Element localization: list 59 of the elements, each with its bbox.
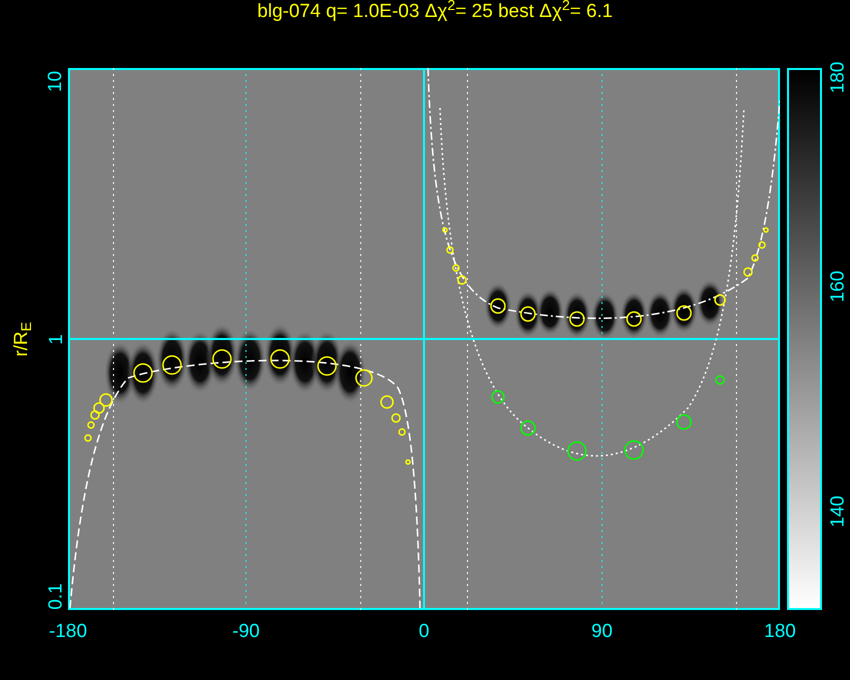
dark-blob bbox=[670, 286, 698, 334]
circle-marker bbox=[457, 275, 467, 285]
dark-blob bbox=[206, 323, 238, 387]
circle-marker bbox=[84, 434, 92, 442]
x-tick-label: -90 bbox=[231, 622, 261, 641]
circle-marker bbox=[90, 410, 100, 420]
dark-blob bbox=[334, 340, 366, 404]
dark-blob bbox=[234, 328, 266, 392]
circle-marker bbox=[162, 355, 182, 375]
x-tick-label: -180 bbox=[48, 622, 88, 641]
circle-marker bbox=[212, 349, 232, 369]
dark-blob bbox=[646, 290, 674, 338]
x-tick-label: 180 bbox=[763, 622, 797, 641]
dark-blob bbox=[536, 288, 564, 336]
dark-blob bbox=[127, 341, 159, 405]
dark-blob bbox=[620, 291, 648, 339]
circle-marker bbox=[567, 441, 587, 461]
plot-title: blg-074 q= 1.0E-03 Δχ$^{2}$= 25 best Δχ$^{2}$= 6.1 bbox=[256, 2, 613, 21]
x-tick-label: 90 bbox=[590, 622, 614, 641]
circle-marker bbox=[715, 375, 725, 385]
circle-marker bbox=[99, 393, 113, 407]
circle-marker bbox=[355, 369, 373, 387]
circle-marker bbox=[391, 413, 401, 423]
circle-marker bbox=[133, 363, 153, 383]
y-tick-label: 10 bbox=[46, 70, 66, 92]
circle-marker bbox=[317, 356, 337, 376]
circle-marker bbox=[763, 227, 769, 233]
circle-marker bbox=[446, 246, 454, 254]
circle-marker bbox=[93, 402, 105, 414]
circle-marker bbox=[452, 264, 460, 272]
circle-marker bbox=[676, 305, 692, 321]
dark-blob bbox=[484, 282, 512, 330]
circle-marker bbox=[626, 311, 642, 327]
x-tick-label: 0 bbox=[418, 622, 430, 641]
y-tick-label: 0.1 bbox=[46, 583, 66, 610]
circle-marker bbox=[758, 241, 766, 249]
circle-marker bbox=[569, 311, 585, 327]
dark-blob bbox=[696, 279, 724, 327]
dark-blob bbox=[563, 291, 591, 339]
circle-marker bbox=[520, 306, 536, 322]
circle-marker bbox=[491, 390, 505, 404]
y-tick-label: 1 bbox=[46, 334, 66, 344]
circle-marker bbox=[380, 395, 394, 409]
circle-marker bbox=[714, 294, 726, 306]
dark-blob bbox=[591, 292, 619, 340]
circle-marker bbox=[520, 420, 536, 436]
colorbar-tick-label: 180 bbox=[828, 62, 848, 94]
circle-marker bbox=[405, 459, 411, 465]
circle-marker bbox=[270, 349, 290, 369]
dark-blob bbox=[156, 328, 188, 392]
circle-marker bbox=[490, 298, 506, 314]
circle-marker bbox=[624, 440, 644, 460]
circle-marker bbox=[398, 428, 406, 436]
circle-marker bbox=[442, 227, 448, 233]
circle-marker bbox=[676, 414, 692, 430]
circle-marker bbox=[751, 254, 759, 262]
colorbar-tick-label: 140 bbox=[828, 496, 848, 528]
circle-marker bbox=[743, 267, 753, 277]
colorbar-tick-label: 160 bbox=[828, 270, 848, 302]
